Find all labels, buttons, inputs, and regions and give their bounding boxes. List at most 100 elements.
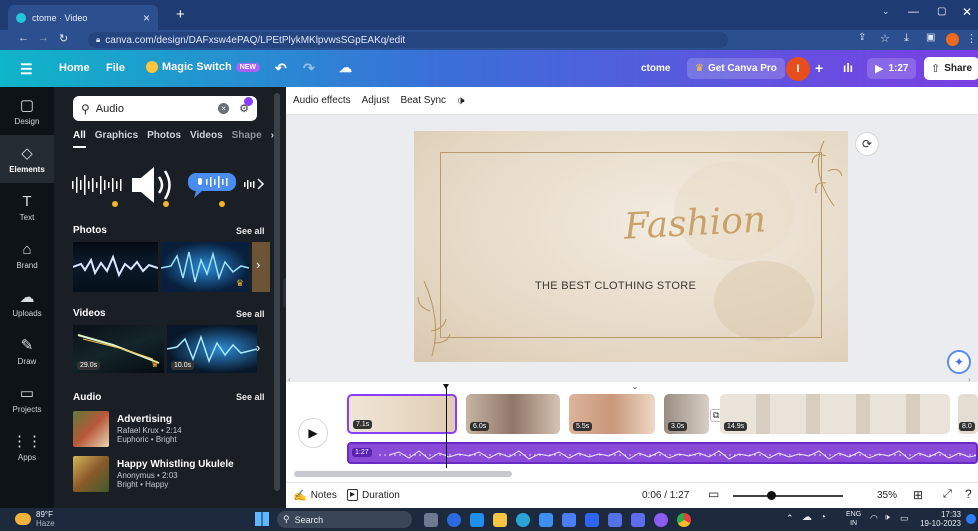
get-canva-pro-button[interactable]: ♛ Get Canva Pro (687, 58, 785, 79)
collapse-timeline-handle[interactable]: ⌄ (621, 382, 649, 391)
volume-icon[interactable]: 🕩︎ (457, 93, 465, 108)
tab-all[interactable]: All (73, 130, 86, 148)
chevron-down-icon[interactable]: ⌄ (882, 6, 890, 17)
document-name[interactable]: ctome (641, 63, 670, 74)
scroll-right-chevron-icon[interactable]: › (256, 340, 260, 355)
language-indicator[interactable]: ENG IN (846, 510, 861, 528)
cloud-saved-icon[interactable]: ☁ (339, 60, 352, 76)
tab-close-icon[interactable]: × (143, 11, 150, 25)
file-menu-button[interactable]: File (106, 62, 125, 74)
back-arrow-icon[interactable]: ← (18, 32, 29, 44)
fullscreen-icon[interactable]: ⤢ (943, 488, 952, 501)
audio-see-all-link[interactable]: See all (236, 392, 265, 402)
zoom-percentage[interactable]: 35% (877, 490, 897, 501)
weather-widget[interactable]: 89°F Haze (15, 510, 55, 528)
file-explorer-icon[interactable] (493, 513, 507, 527)
slide-subtitle-text[interactable]: THE BEST CLOTHING STORE (535, 280, 696, 292)
grid-view-icon[interactable]: ⊞ (913, 488, 923, 502)
taskbar-app-icon[interactable] (608, 513, 622, 527)
tray-overflow-icon[interactable]: ⌃ (786, 513, 794, 524)
duration-button[interactable]: ▸ Duration (347, 489, 400, 501)
audio-track-item[interactable]: Advertising Rafael Krux • 2:14 Euphoric … (73, 410, 273, 448)
design-slide[interactable]: Fashion THE BEST CLOTHING STORE (414, 131, 848, 362)
share-button[interactable]: ⇧ Share (924, 57, 978, 80)
download-icon[interactable]: ⤓ (904, 32, 909, 45)
help-icon[interactable]: ? (965, 487, 972, 501)
audio-track-bar[interactable]: 1:27 (347, 442, 978, 464)
present-play-button[interactable]: ▶ 1:27 (867, 58, 917, 79)
photos-see-all-link[interactable]: See all (236, 226, 265, 236)
search-box[interactable]: ⚲ × ⚙ (73, 96, 257, 121)
browser-tab[interactable]: ctome · Video × (8, 5, 158, 30)
timeline-scrollbar[interactable] (294, 471, 512, 477)
refresh-suggestion-button[interactable]: ⟳ (855, 132, 879, 156)
rail-item-brand[interactable]: ⌂ Brand (0, 231, 54, 279)
redo-icon[interactable]: ↷ (303, 60, 315, 77)
taskbar-app-icon[interactable] (585, 513, 599, 527)
photo-thumbnail[interactable]: ♛ (161, 242, 249, 292)
bookmark-star-icon[interactable]: ☆ (880, 32, 890, 45)
taskbar-app-icon[interactable] (562, 513, 576, 527)
close-window-icon[interactable]: ✕ (962, 5, 972, 19)
taskbar-search-box[interactable]: ⚲ Search (277, 511, 412, 528)
minimize-window-icon[interactable]: — (908, 6, 919, 18)
tab-graphics[interactable]: Graphics (95, 130, 138, 148)
profile-icon[interactable] (946, 33, 959, 46)
timeline-clip[interactable]: 14.9s (720, 394, 950, 434)
url-field[interactable]: 🔒︎ canva.com/design/DAFxsw4ePAQ/LPEtPlyk… (88, 32, 728, 48)
share-page-icon[interactable]: ⇪ (858, 32, 866, 43)
beat-sync-button[interactable]: Beat Sync (400, 95, 446, 106)
zoom-slider-knob[interactable] (767, 491, 776, 500)
photo-thumbnail[interactable] (73, 242, 158, 292)
task-view-icon[interactable] (424, 513, 438, 527)
cloud-icon[interactable]: ☁ (802, 512, 812, 523)
timeline-clip[interactable]: 6.0s (466, 394, 560, 434)
notes-button[interactable]: ✍ Notes (293, 489, 337, 502)
adjust-button[interactable]: Adjust (362, 95, 390, 106)
audio-track-item[interactable]: Happy Whistling Ukulele Anonymus • 2:03 … (73, 455, 273, 493)
timeline-play-button[interactable]: ▶ (298, 418, 328, 448)
chrome-icon[interactable] (677, 513, 691, 527)
wifi-icon[interactable]: ◠ (870, 513, 878, 524)
windows-start-icon[interactable] (255, 512, 269, 526)
rail-item-uploads[interactable]: ☁ Uploads (0, 279, 54, 327)
rail-item-projects[interactable]: ▭ Projects (0, 375, 54, 423)
tray-app-icon[interactable]: ◔ (820, 512, 826, 523)
magic-assistant-button[interactable]: ✦ (947, 350, 971, 374)
rail-item-apps[interactable]: ⋮⋮ Apps (0, 423, 54, 471)
audio-effects-button[interactable]: Audio effects (293, 95, 351, 106)
home-button[interactable]: Home (59, 62, 90, 74)
media-player-icon[interactable] (654, 513, 668, 527)
insights-chart-icon[interactable]: ılı (843, 61, 853, 75)
edge-icon[interactable] (516, 513, 530, 527)
hamburger-menu-icon[interactable]: ☰ (20, 61, 33, 78)
battery-icon[interactable]: ▭ (900, 513, 909, 524)
taskbar-app-icon[interactable] (447, 513, 461, 527)
sidebar-toggle-icon[interactable]: ▣ (926, 32, 935, 43)
magic-switch-button[interactable]: Magic Switch NEW (146, 61, 261, 73)
video-thumbnail[interactable]: 10.0s (167, 325, 257, 373)
panel-scrollbar[interactable] (274, 93, 280, 491)
photo-thumbnail[interactable] (252, 242, 270, 292)
scroll-right-chevron-icon[interactable]: › (256, 257, 260, 272)
browser-menu-icon[interactable]: ⋮ (966, 32, 977, 45)
timeline-clip[interactable]: 7.1s (347, 394, 457, 434)
timeline-view-icon[interactable]: ▭ (708, 487, 719, 501)
timeline-clip[interactable]: 8.0 (958, 394, 978, 434)
store-icon[interactable] (539, 513, 553, 527)
vscode-icon[interactable] (470, 513, 484, 527)
slide-title-text[interactable]: Fashion (623, 199, 767, 247)
timeline-clip[interactable]: 5.5s (569, 394, 655, 434)
video-thumbnail[interactable]: 29.0s ♛ (73, 325, 164, 373)
tab-shapes[interactable]: Shape (232, 130, 262, 148)
playhead-handle[interactable] (443, 384, 449, 389)
forward-arrow-icon[interactable]: → (38, 32, 49, 44)
add-collaborator-icon[interactable]: + (815, 60, 823, 76)
reload-icon[interactable]: ↻ (59, 32, 68, 45)
videos-see-all-link[interactable]: See all (236, 309, 265, 319)
rail-item-text[interactable]: T Text (0, 183, 54, 231)
volume-icon[interactable]: 🕩︎ (884, 512, 890, 523)
undo-icon[interactable]: ↶ (275, 60, 287, 77)
user-avatar[interactable]: I (786, 57, 810, 81)
zoom-slider[interactable] (733, 491, 843, 500)
